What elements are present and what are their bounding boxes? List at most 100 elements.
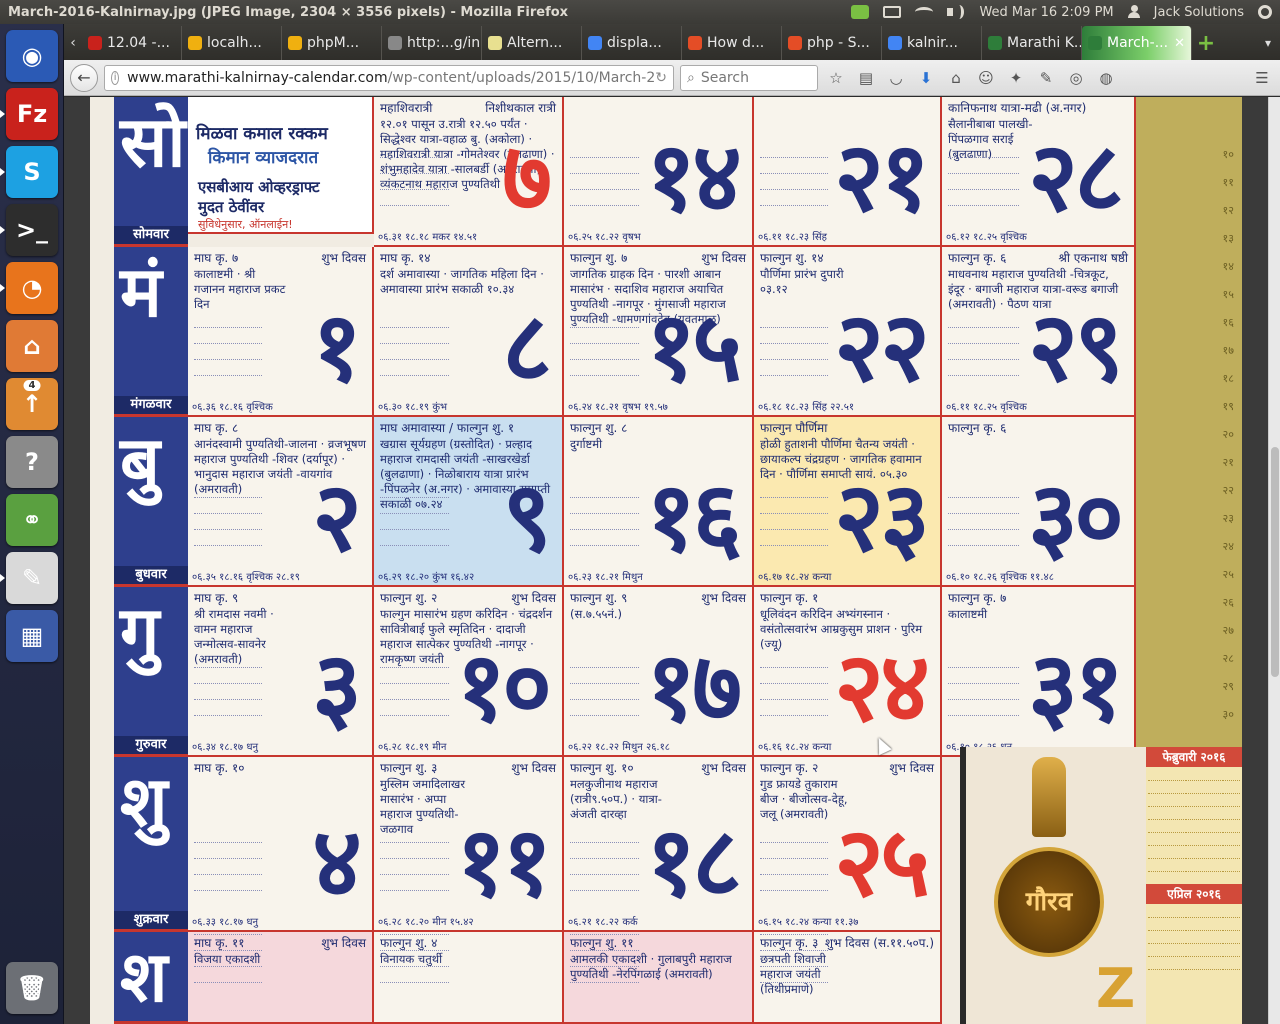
browser-tab[interactable]: displa... (582, 26, 682, 60)
filezilla-icon[interactable]: Fz (6, 88, 58, 140)
extension-2-icon[interactable]: ✎ (1034, 66, 1058, 90)
search-input[interactable]: ⌕ Search (680, 64, 818, 91)
mini-calendar-cell (1148, 860, 1166, 872)
note-line (380, 513, 450, 514)
bookmark-star-icon[interactable]: ☆ (824, 66, 848, 90)
weekday-initial: गु (120, 590, 160, 673)
strip-number: १९ (1222, 400, 1234, 413)
auspicious-tag: शुभ दिवस (321, 936, 366, 950)
home-icon[interactable]: ⌂ (944, 66, 968, 90)
note-line (380, 189, 450, 190)
day-cell: फाल्गुन शु. ४ विनायक चतुर्थी (374, 932, 564, 1024)
browser-tab[interactable]: php - S... (782, 26, 882, 60)
mini-calendar-cell (1222, 808, 1240, 820)
note-line (760, 982, 829, 983)
connect-icon[interactable]: ⚭ (6, 494, 58, 546)
auspicious-tag: शुभ दिवस (511, 591, 556, 605)
day-tithi: शुभ दिवस फाल्गुन शु. २ (380, 591, 556, 606)
day-number: २८ (1028, 120, 1124, 233)
mini-calendar-cell (1185, 906, 1203, 918)
strip-number: १५ (1222, 288, 1234, 301)
text-editor-icon[interactable]: ✎ (6, 552, 58, 604)
day-number: २५ (834, 805, 930, 918)
close-tab-icon[interactable]: ✕ (1174, 36, 1185, 51)
mini-calendar-cell (1166, 834, 1185, 846)
note-line (570, 683, 640, 684)
software-updater-icon[interactable]: ↑ 4 (6, 378, 58, 430)
day-number: २१ (834, 120, 930, 233)
vertical-scrollbar[interactable] (1268, 97, 1280, 1024)
top-panel: March-2016-Kalnirnay.jpg (JPEG Image, 23… (0, 0, 1280, 24)
workspace-switcher-icon[interactable]: ▦ (6, 610, 58, 662)
back-button[interactable]: ← (70, 63, 98, 92)
day-cell: १४ ०६.२५ १८.२२ वृषभ (564, 97, 754, 247)
scroll-thumb[interactable] (1271, 447, 1279, 677)
sunrise-sunset-line: ०६.२५ १८.२२ वृषभ (568, 232, 641, 243)
note-line (194, 529, 262, 530)
tab-scroll-left-icon[interactable]: ‹ (64, 26, 82, 60)
menu-icon[interactable]: ☰ (1250, 66, 1274, 90)
mail-icon[interactable] (883, 6, 902, 18)
browser-tab[interactable]: Marathi K... (982, 26, 1082, 60)
tithi-label: फाल्गुन शु. ७ (570, 251, 628, 265)
firefox-icon[interactable]: ◔ (6, 262, 58, 314)
running-indicator (0, 574, 5, 582)
ubuntu-dash-icon[interactable]: ◉ (6, 30, 58, 82)
mini-calendar-cell (1222, 958, 1240, 970)
tab-favicon-icon (1088, 36, 1102, 50)
chrome-icon[interactable]: ◎ (1064, 66, 1088, 90)
volume-icon[interactable] (947, 5, 965, 19)
files-icon[interactable]: ⌂ (6, 320, 58, 372)
note-line (760, 157, 829, 158)
browser-tab[interactable]: kalnir... (882, 26, 982, 60)
network-icon[interactable] (915, 7, 934, 17)
help-icon[interactable]: ? (6, 436, 58, 488)
tithi-label: माघ कृ. १० (194, 761, 245, 775)
strip-number: १० (1222, 148, 1234, 161)
clock[interactable]: Wed Mar 16 2:09 PM (979, 5, 1113, 20)
browser-tab[interactable]: Altern... (482, 26, 582, 60)
sunrise-sunset-line: ०६.३३ १८.१७ धनु (192, 917, 259, 928)
browser-tab[interactable]: phpM... (282, 26, 382, 60)
browser-tab[interactable]: 12.04 -... (82, 26, 182, 60)
day-tithi: श्री एकनाथ षष्ठी फाल्गुन कृ. ६ (948, 251, 1128, 266)
downloads-icon[interactable]: ⬇ (914, 66, 938, 90)
promo-box: गौरव Z (960, 747, 1146, 1024)
update-indicator-icon[interactable] (851, 5, 870, 19)
url-bar[interactable]: i www.marathi-kalnirnay-calendar.com /wp… (104, 64, 674, 91)
user-icon[interactable] (1127, 5, 1140, 19)
pocket-icon[interactable]: ◡ (884, 66, 908, 90)
extension-icon[interactable]: ✦ (1004, 66, 1028, 90)
reading-list-icon[interactable]: ▤ (854, 66, 878, 90)
weekday-name: मंगळवार (114, 396, 188, 414)
tab-label: March-... (1107, 35, 1169, 51)
smiley-icon[interactable]: ☺ (974, 66, 998, 90)
site-info-icon[interactable]: i (111, 70, 120, 85)
reload-icon[interactable]: ↻ (655, 70, 667, 86)
ad-line-3: एसबीआय ओव्हरड्राफ्ट (198, 178, 320, 196)
browser-tab[interactable]: localh... (182, 26, 282, 60)
strip-number: २४ (1222, 540, 1234, 553)
session-gear-icon[interactable] (1258, 5, 1272, 19)
note-line (948, 173, 1019, 174)
color-picker-icon[interactable]: ◍ (1094, 66, 1118, 90)
browser-tab[interactable]: How d... (682, 26, 782, 60)
note-line (760, 842, 829, 843)
tab-label: phpM... (307, 35, 360, 51)
browser-tab[interactable]: http:...g/in (382, 26, 482, 60)
mini-calendar-cell (1148, 769, 1166, 781)
browser-tab[interactable]: March-... ✕ (1082, 26, 1192, 60)
auspicious-tag: शुभ दिवस (स.११.५०प.) (824, 936, 934, 950)
trash-icon[interactable]: 🗑 (6, 962, 58, 1014)
sunrise-sunset-line: ०६.१६ १८.२४ कन्या (758, 742, 832, 753)
note-line (948, 545, 1019, 546)
skype-icon[interactable]: S (6, 146, 58, 198)
day-number: ३१ (1028, 630, 1124, 743)
terminal-icon[interactable]: >_ (6, 204, 58, 256)
session-user-name[interactable]: Jack Solutions (1154, 5, 1244, 20)
note-line (570, 497, 640, 498)
note-line (948, 205, 1019, 206)
tab-list-chevron-icon[interactable]: ▾ (1256, 26, 1280, 60)
day-cell: फाल्गुन कृ. ७कालाष्टमी३१०६.१० १८.२६ धनु (942, 587, 1136, 757)
new-tab-button[interactable]: + (1192, 26, 1220, 60)
